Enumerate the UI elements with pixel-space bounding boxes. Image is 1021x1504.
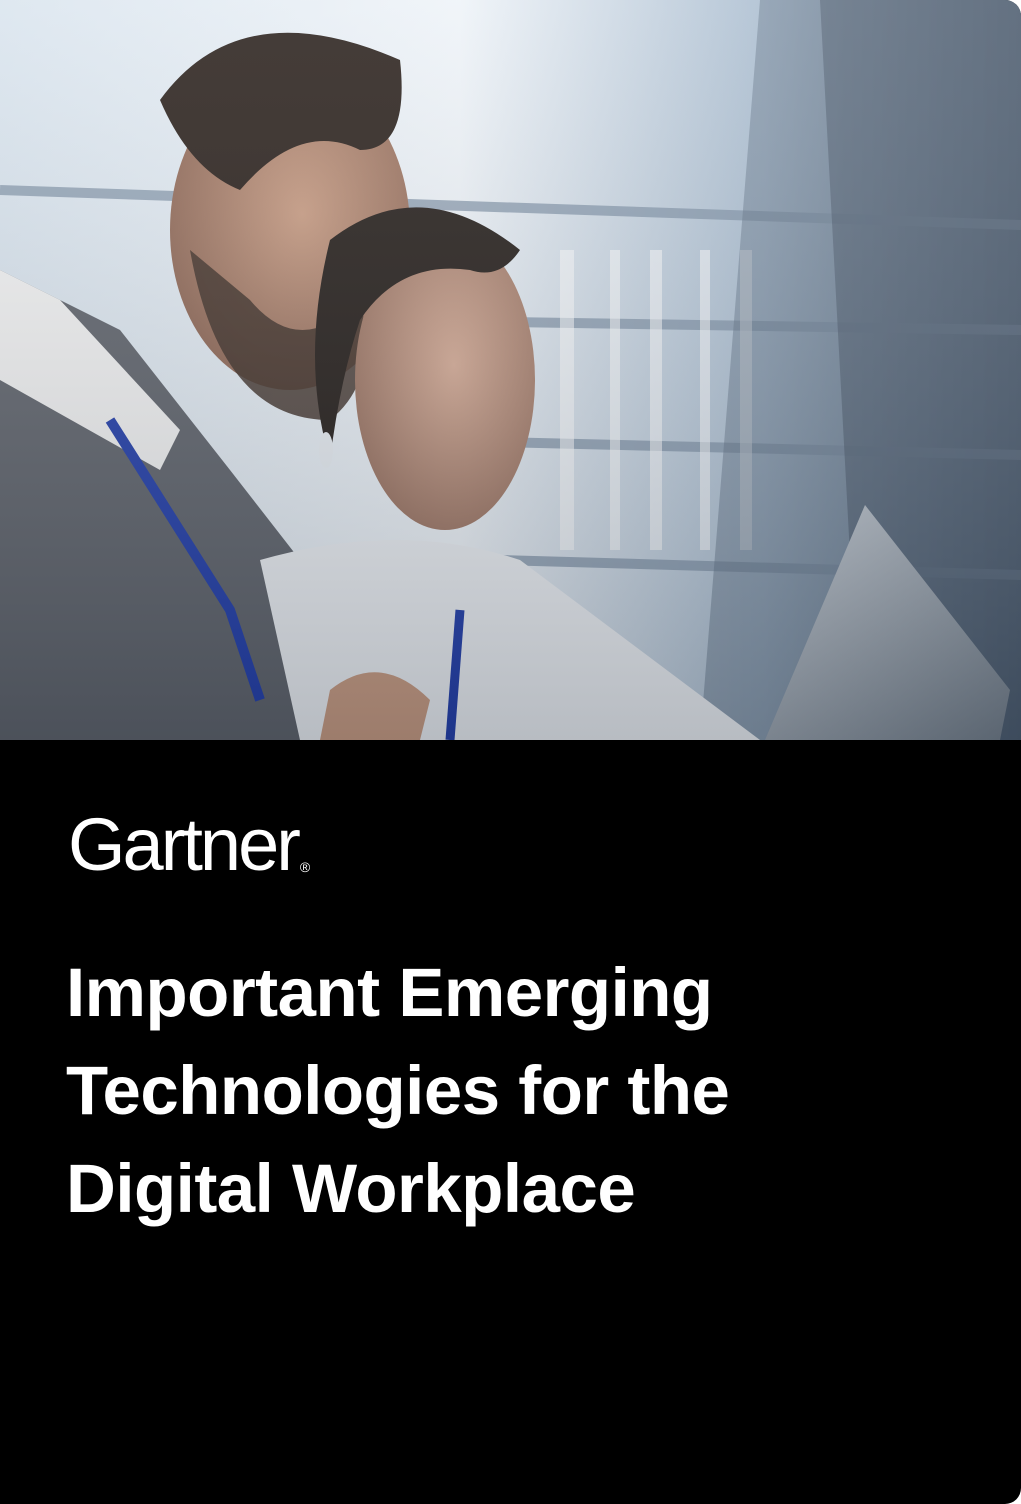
cover-title: Important Emerging Technologies for the … bbox=[66, 944, 886, 1238]
people-with-laptop-photo bbox=[0, 0, 1021, 740]
cover-photo bbox=[0, 0, 1021, 740]
brand-name: Gartner bbox=[68, 803, 301, 886]
title-line-3: Digital Workplace bbox=[66, 1150, 636, 1227]
gartner-logo: Gartner ® bbox=[68, 808, 310, 882]
title-line-2: Technologies for the bbox=[66, 1052, 730, 1129]
registered-mark: ® bbox=[299, 859, 311, 875]
title-line-1: Important Emerging bbox=[66, 954, 713, 1031]
ebook-cover: Gartner ® Important Emerging Technologies… bbox=[0, 0, 1021, 1504]
